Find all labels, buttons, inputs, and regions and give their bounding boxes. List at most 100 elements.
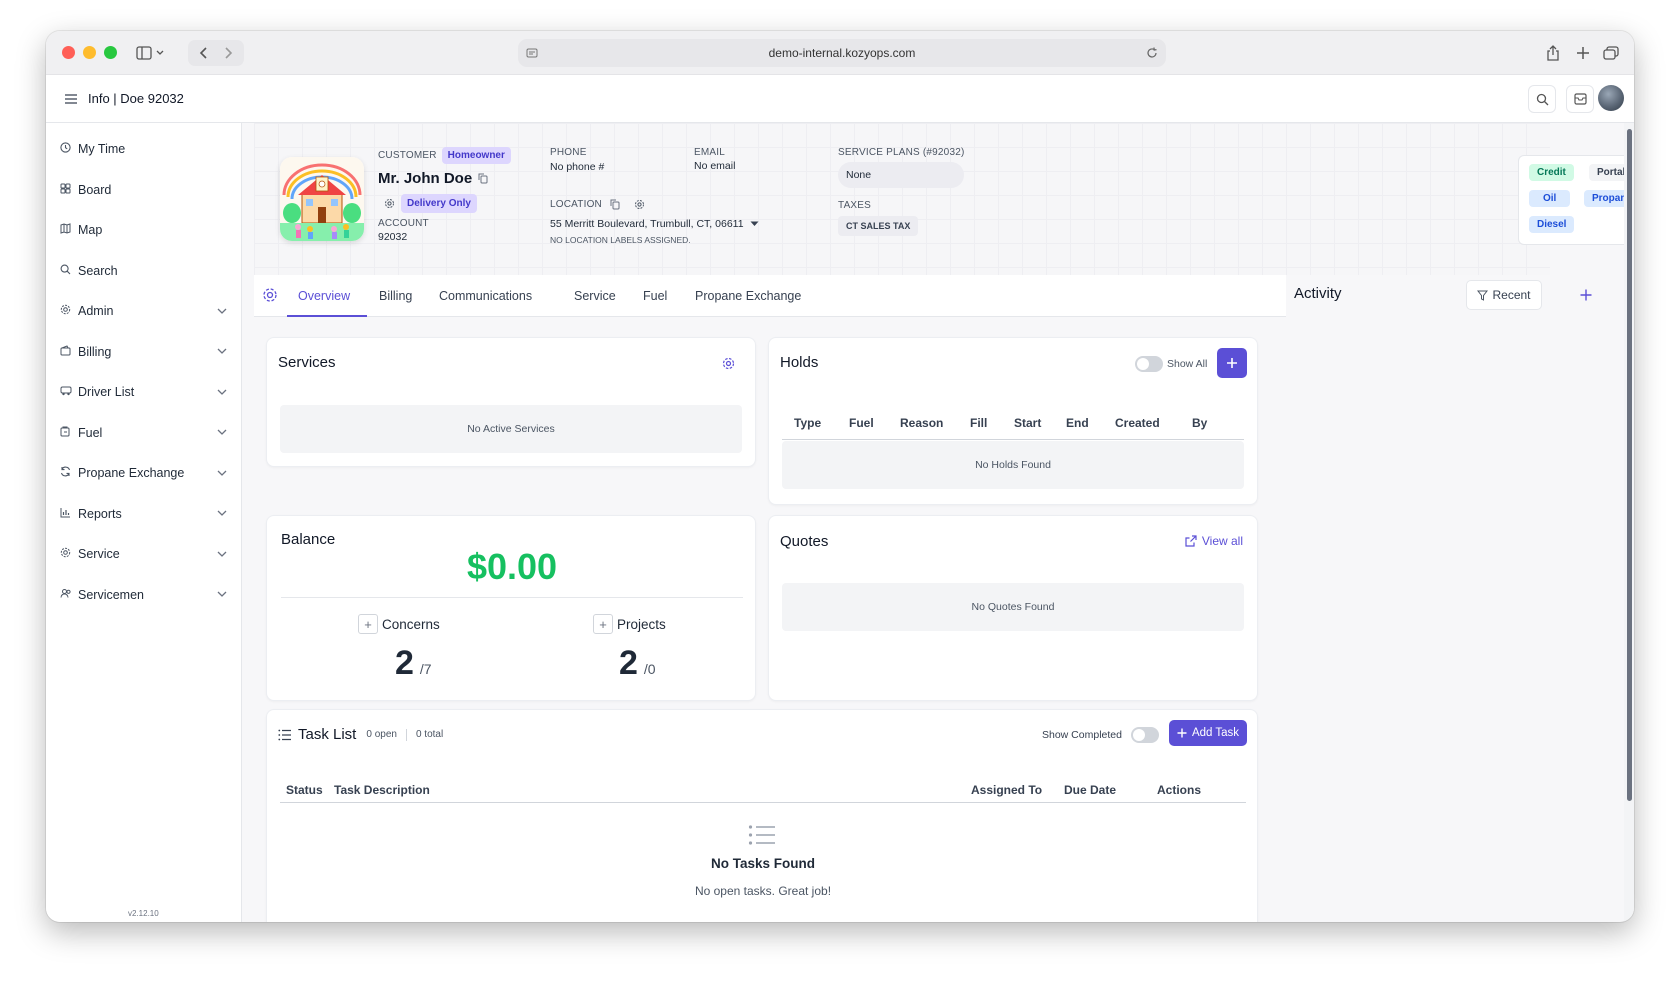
projects-label: Projects — [617, 616, 666, 632]
sidebar-item-label: Billing — [78, 344, 112, 359]
menu-icon[interactable] — [64, 93, 78, 105]
chevron-down-icon — [217, 306, 227, 317]
sidebar-item-driver-list[interactable]: Driver List — [46, 372, 241, 413]
clock-icon — [60, 142, 76, 156]
user-avatar[interactable] — [1598, 85, 1624, 111]
quotes-view-all-link[interactable]: View all — [1185, 534, 1243, 548]
sidebar-item-reports[interactable]: Reports — [46, 494, 241, 535]
page-settings-icon[interactable] — [526, 47, 538, 59]
inbox-button[interactable] — [1566, 85, 1594, 113]
holds-col-by: By — [1192, 416, 1208, 430]
global-search-button[interactable] — [1528, 85, 1556, 113]
projects-total: /0 — [643, 661, 656, 677]
tasks-col-description: Task Description — [334, 783, 430, 797]
external-link-icon — [1185, 535, 1197, 547]
concerns-count-block[interactable]: 2 /7 — [395, 644, 432, 683]
sidebar-item-label: Fuel — [78, 425, 103, 440]
location-selector[interactable]: 55 Merritt Boulevard, Trumbull, CT, 0661… — [550, 218, 780, 230]
customer-tabs: Overview Billing Communications Service … — [254, 275, 1286, 317]
share-button[interactable] — [1542, 40, 1564, 66]
holds-col-end: End — [1066, 416, 1089, 430]
sidebar-item-board[interactable]: Board — [46, 170, 241, 211]
plus-icon — [1177, 728, 1187, 738]
sidebar-item-search[interactable]: Search — [46, 251, 241, 292]
services-settings-gear-icon[interactable] — [722, 357, 735, 370]
holds-empty: No Holds Found — [782, 441, 1244, 489]
add-task-button[interactable]: Add Task — [1169, 720, 1247, 746]
activity-filter-button[interactable]: Recent — [1466, 280, 1542, 310]
tab-settings-gear-icon[interactable] — [262, 287, 278, 303]
add-concern-plus-icon[interactable]: + — [358, 614, 378, 634]
wallet-icon — [60, 345, 76, 359]
chevron-down-icon — [217, 346, 227, 357]
service-plans-select[interactable]: None — [838, 162, 964, 188]
gear-icon[interactable] — [634, 199, 645, 210]
sidebar-item-my-time[interactable]: My Time — [46, 129, 241, 170]
sidebar-item-label: Driver List — [78, 385, 135, 400]
tasks-col-due: Due Date — [1064, 783, 1117, 797]
activity-filter-label: Recent — [1492, 288, 1531, 302]
tasks-col-assigned: Assigned To — [971, 783, 1043, 797]
sidebar-item-label: My Time — [78, 142, 126, 157]
task-total-count: 0 total — [415, 729, 444, 740]
tab-communications[interactable]: Communications — [439, 289, 532, 303]
add-activity-plus-icon[interactable] — [1580, 289, 1592, 301]
tab-billing[interactable]: Billing — [379, 289, 412, 303]
minimize-window-button[interactable] — [83, 46, 96, 59]
caret-down-icon — [750, 221, 759, 226]
show-completed-toggle[interactable] — [1131, 727, 1159, 743]
chart-icon — [60, 507, 76, 521]
tabs-icon — [1603, 46, 1619, 60]
balance-card: Balance $0.00 + Concerns 2 /7 + Projects… — [266, 515, 756, 701]
tab-fuel[interactable]: Fuel — [643, 289, 667, 303]
page-scroll-thumb[interactable] — [1627, 129, 1632, 801]
sidebar-item-fuel[interactable]: Fuel — [46, 413, 241, 454]
tab-overview[interactable]: Overview — [298, 289, 350, 303]
maximize-window-button[interactable] — [104, 46, 117, 59]
reload-icon[interactable] — [1146, 47, 1158, 59]
sidebar-item-propane-exchange[interactable]: Propane Exchange — [46, 453, 241, 494]
service-plans-label: SERVICE PLANS (#92032) — [838, 147, 965, 158]
taxes-badge: CT SALES TAX — [838, 216, 919, 236]
services-empty: No Active Services — [280, 405, 742, 453]
sidebar-item-service[interactable]: Service — [46, 534, 241, 575]
add-project-plus-icon[interactable]: + — [593, 614, 613, 634]
url-text: demo-internal.kozyops.com — [768, 46, 916, 60]
sidebar-toggle-button[interactable] — [128, 40, 174, 66]
copy-icon[interactable] — [610, 199, 620, 210]
copy-icon[interactable] — [478, 173, 488, 184]
sidebar-item-admin[interactable]: Admin — [46, 291, 241, 332]
tag-credit[interactable]: Credit — [1529, 164, 1574, 181]
sidebar-item-map[interactable]: Map — [46, 210, 241, 251]
browser-toolbar: demo-internal.kozyops.com — [46, 31, 1634, 75]
sidebar-item-servicemen[interactable]: Servicemen — [46, 575, 241, 616]
concerns-header: + Concerns — [358, 614, 440, 634]
sidebar-item-label: Reports — [78, 506, 122, 521]
tag-oil[interactable]: Oil — [1529, 190, 1571, 207]
sidebar-item-billing[interactable]: Billing — [46, 332, 241, 373]
show-all-toggle[interactable] — [1135, 356, 1163, 372]
holds-col-fill: Fill — [970, 416, 988, 430]
holds-col-reason: Reason — [900, 416, 944, 430]
tag-diesel[interactable]: Diesel — [1529, 216, 1575, 233]
share-icon — [1547, 45, 1559, 61]
tab-propane-exchange[interactable]: Propane Exchange — [695, 289, 801, 303]
tab-service[interactable]: Service — [574, 289, 616, 303]
main-content: CUSTOMER Homeowner Mr. John Doe Delivery… — [254, 123, 1634, 922]
close-window-button[interactable] — [62, 46, 75, 59]
sidebar-item-label: Service — [78, 547, 120, 562]
holds-col-created: Created — [1115, 416, 1160, 430]
tab-overview-button[interactable] — [1600, 40, 1622, 66]
new-tab-button[interactable] — [1572, 40, 1594, 66]
projects-count-block[interactable]: 2 /0 — [619, 644, 656, 683]
gear-icon[interactable] — [384, 198, 395, 209]
quotes-title: Quotes — [780, 533, 829, 550]
page-title: Info | Doe 92032 — [88, 91, 184, 106]
holds-card: Holds Show All Type Fuel Reason Fill Sta… — [768, 337, 1258, 505]
chevron-down-icon — [217, 387, 227, 398]
account-label: ACCOUNT — [378, 218, 429, 229]
customer-image[interactable] — [280, 157, 364, 241]
url-bar[interactable]: demo-internal.kozyops.com — [518, 39, 1166, 67]
add-hold-button[interactable] — [1217, 348, 1247, 378]
refresh-icon — [60, 466, 76, 480]
